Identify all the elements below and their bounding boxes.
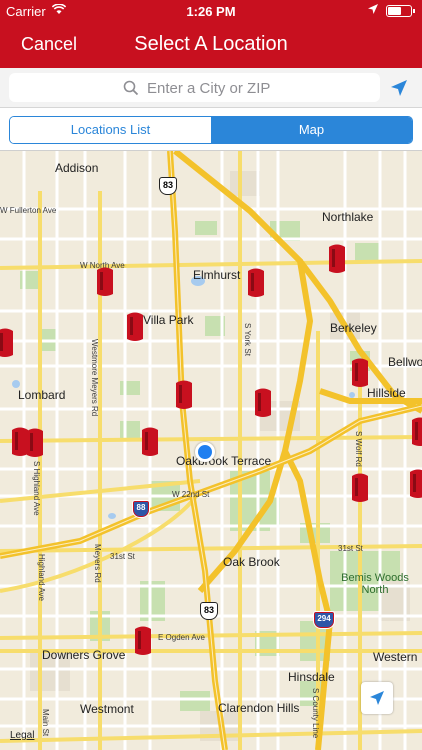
location-pin[interactable] bbox=[141, 426, 159, 458]
road-label-31st-right: 31st St bbox=[338, 544, 363, 553]
city-label-bellwood: Bellwo bbox=[388, 355, 422, 369]
city-label-villa-park: Villa Park bbox=[143, 313, 194, 327]
city-label-oakbrook-terrace: Oakbrook Terrace bbox=[176, 454, 272, 468]
current-location-icon[interactable] bbox=[390, 79, 408, 97]
city-label-lombard: Lombard bbox=[18, 388, 66, 402]
road-label-highland: Highland Ave bbox=[37, 554, 46, 601]
battery-fill bbox=[388, 7, 401, 15]
view-toggle-bar: Locations List Map bbox=[0, 108, 422, 151]
user-location-dot bbox=[195, 442, 215, 462]
city-label-addison: Addison bbox=[55, 161, 99, 175]
battery-nub bbox=[413, 9, 415, 13]
search-bar bbox=[0, 68, 422, 108]
location-arrow-icon bbox=[370, 691, 384, 705]
location-pin[interactable] bbox=[351, 472, 369, 504]
location-pin[interactable] bbox=[328, 243, 346, 275]
route-83-shield-bottom: 83 bbox=[200, 602, 218, 620]
city-label-clarendon-hills: Clarendon Hills bbox=[218, 701, 300, 715]
tab-map[interactable]: Map bbox=[211, 117, 412, 143]
city-label-berkeley: Berkeley bbox=[330, 321, 377, 335]
search-field-container[interactable] bbox=[9, 73, 380, 102]
road-label-e-ogden: E Ogden Ave bbox=[158, 633, 205, 642]
navigation-bar: Cancel Select A Location bbox=[0, 22, 422, 68]
road-label-s-wolf: S Wolf Rd bbox=[354, 431, 363, 467]
location-pin[interactable] bbox=[247, 267, 265, 299]
route-83-shield-bottom-number: 83 bbox=[203, 605, 214, 615]
battery-icon bbox=[386, 5, 415, 17]
interstate-88-shield-number: 88 bbox=[136, 503, 146, 512]
status-time: 1:26 PM bbox=[186, 4, 236, 19]
city-label-hillside: Hillside bbox=[367, 386, 406, 400]
page-title: Select A Location bbox=[134, 33, 288, 55]
interstate-294-shield-number: 294 bbox=[317, 614, 331, 623]
location-pin[interactable] bbox=[409, 468, 422, 500]
road-label-w-fullerton: W Fullerton Ave bbox=[0, 206, 57, 215]
road-label-s-highland: S Highland Ave bbox=[32, 461, 41, 516]
status-bar: Carrier 1:26 PM bbox=[0, 0, 422, 22]
recenter-location-button[interactable] bbox=[361, 682, 393, 714]
search-input[interactable] bbox=[147, 77, 367, 99]
view-segmented-control: Locations List Map bbox=[9, 116, 413, 144]
interstate-88-shield: 88 bbox=[132, 500, 150, 518]
location-pin[interactable] bbox=[411, 416, 422, 448]
legal-link[interactable]: Legal bbox=[10, 730, 34, 741]
location-pin[interactable] bbox=[134, 625, 152, 657]
route-83-shield-top: 83 bbox=[159, 177, 177, 195]
search-icon bbox=[123, 80, 139, 96]
road-label-w-22nd: W 22nd St bbox=[172, 490, 210, 499]
road-label-main: Main St bbox=[41, 709, 50, 737]
city-label-downers-grove: Downers Grove bbox=[42, 648, 126, 662]
city-label-western: Western bbox=[373, 650, 418, 664]
location-pin[interactable] bbox=[351, 357, 369, 389]
location-pin[interactable] bbox=[26, 427, 44, 459]
top-bar: Carrier 1:26 PM Cancel Select A Location bbox=[0, 0, 422, 68]
road-label-s-york: S York St bbox=[243, 323, 252, 356]
park-label-bemis-woods: Bemis Woods North bbox=[341, 572, 409, 596]
road-label-s-county-line: S County Line bbox=[311, 688, 320, 739]
location-pin[interactable] bbox=[254, 387, 272, 419]
interstate-294-shield: 294 bbox=[313, 611, 335, 629]
map-view[interactable]: Addison Northlake Elmhurst Villa Park Be… bbox=[0, 151, 422, 750]
location-pin[interactable] bbox=[96, 266, 114, 298]
city-label-elmhurst: Elmhurst bbox=[193, 268, 241, 282]
road-label-westmore-meyers: Westmore Meyers Rd bbox=[90, 339, 99, 417]
location-pin[interactable] bbox=[0, 327, 14, 359]
road-label-meyers: Meyers Rd bbox=[93, 544, 102, 583]
city-label-westmont: Westmont bbox=[80, 702, 134, 716]
location-pin[interactable] bbox=[126, 311, 144, 343]
road-label-31st-left: 31st St bbox=[110, 552, 135, 561]
location-services-icon bbox=[368, 4, 378, 17]
tab-locations-list[interactable]: Locations List bbox=[10, 117, 211, 143]
city-label-northlake: Northlake bbox=[322, 210, 374, 224]
city-label-oak-brook: Oak Brook bbox=[223, 555, 280, 569]
route-83-shield-top-number: 83 bbox=[162, 180, 173, 190]
city-label-hinsdale: Hinsdale bbox=[288, 670, 335, 684]
location-pin[interactable] bbox=[175, 379, 193, 411]
